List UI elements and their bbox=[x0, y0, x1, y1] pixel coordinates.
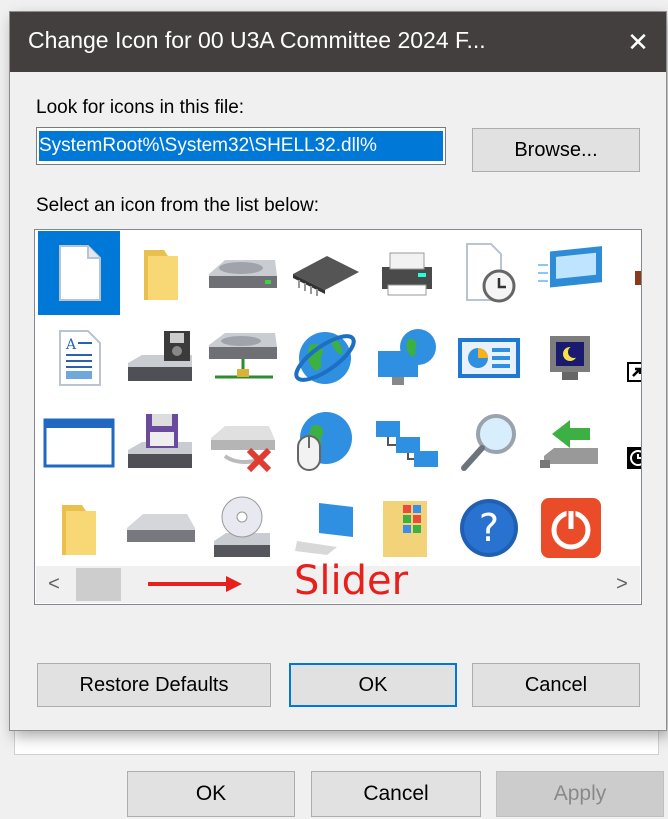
icon-cell-window-display[interactable] bbox=[530, 231, 612, 315]
magnifier-icon bbox=[461, 414, 516, 471]
svg-text:?: ? bbox=[479, 506, 499, 550]
internet-globe-icon bbox=[294, 332, 356, 384]
sheet-cancel-button[interactable]: Cancel bbox=[311, 771, 481, 817]
icon-cell-share-hand[interactable] bbox=[612, 231, 641, 315]
icon-cell-cd-drive[interactable] bbox=[202, 486, 284, 570]
icon-cell-globe-mouse[interactable] bbox=[284, 401, 366, 485]
icon-cell-clock-overlay[interactable] bbox=[612, 401, 641, 485]
monitor-moon-icon bbox=[550, 336, 590, 380]
recycle-bin-icon bbox=[633, 500, 642, 556]
slider-annotation: Slider bbox=[294, 558, 409, 604]
folder-grid-icon bbox=[383, 501, 427, 557]
chevron-left-icon: < bbox=[48, 573, 60, 595]
icon-cell-magnifier[interactable] bbox=[448, 401, 530, 485]
scroll-right-button[interactable]: > bbox=[604, 566, 640, 603]
change-icon-dialog: Change Icon for 00 U3A Committee 2024 F.… bbox=[10, 12, 666, 730]
icon-cell-shortcut-arrow[interactable] bbox=[612, 316, 641, 400]
close-icon: ✕ bbox=[627, 26, 649, 57]
folder-icon bbox=[144, 250, 178, 300]
icon-cell-floppy-drive[interactable] bbox=[120, 316, 202, 400]
sheet-ok-button[interactable]: OK bbox=[127, 771, 295, 817]
icon-cell-removable-drive[interactable] bbox=[120, 486, 202, 570]
cd-drive-icon bbox=[214, 496, 270, 557]
restore-defaults-button[interactable]: Restore Defaults bbox=[37, 663, 271, 707]
share-hand-icon bbox=[635, 271, 641, 285]
memory-chip-icon bbox=[293, 256, 359, 296]
icon-list[interactable]: A ? < Slider > bbox=[34, 229, 642, 605]
icon-cell-power[interactable] bbox=[530, 486, 612, 570]
document-clock-icon bbox=[466, 243, 516, 303]
icon-file-input[interactable]: %SystemRoot%\System32\SHELL32.dll bbox=[36, 127, 446, 165]
dialog-title: Change Icon for 00 U3A Committee 2024 F.… bbox=[28, 27, 486, 53]
file-path-text: %SystemRoot%\System32\SHELL32.dll bbox=[39, 131, 443, 161]
cancel-button[interactable]: Cancel bbox=[472, 663, 640, 707]
icon-cell-control-panel[interactable] bbox=[448, 316, 530, 400]
sheet-apply-button: Apply bbox=[496, 771, 664, 817]
icon-cell-monitor-moon[interactable] bbox=[530, 316, 612, 400]
icon-cell-disconnected-drive[interactable] bbox=[202, 401, 284, 485]
icon-cell-network-connections[interactable] bbox=[366, 401, 448, 485]
close-button[interactable]: ✕ bbox=[610, 12, 666, 72]
icon-cell-usb-drive-arrow[interactable] bbox=[530, 401, 612, 485]
application-window-icon bbox=[43, 418, 115, 468]
shortcut-arrow-icon bbox=[627, 362, 641, 382]
icon-cell-internet-globe[interactable] bbox=[284, 316, 366, 400]
look-for-label: Look for icons in this file: bbox=[36, 97, 245, 118]
computer-monitor-icon bbox=[295, 503, 353, 555]
icon-cell-text-document[interactable]: A bbox=[38, 316, 120, 400]
hard-drive-icon bbox=[209, 260, 277, 288]
icon-cell-printer[interactable] bbox=[366, 231, 448, 315]
icon-cell-folder-closed[interactable] bbox=[38, 486, 120, 570]
control-panel-icon bbox=[458, 338, 520, 378]
floppy-drive-icon bbox=[128, 331, 192, 381]
svg-text:A: A bbox=[65, 337, 77, 353]
title-bar: Change Icon for 00 U3A Committee 2024 F.… bbox=[10, 12, 666, 72]
network-globe-monitor-icon bbox=[378, 329, 436, 385]
chevron-right-icon: > bbox=[616, 573, 628, 595]
icon-cell-folder[interactable] bbox=[120, 231, 202, 315]
icon-cell-network-drive[interactable] bbox=[202, 316, 284, 400]
icon-cell-help[interactable]: ? bbox=[448, 486, 530, 570]
icon-cell-memory-chip[interactable] bbox=[284, 231, 366, 315]
network-drive-icon bbox=[209, 333, 277, 379]
disconnected-drive-icon bbox=[211, 426, 275, 473]
icon-cell-document-clock[interactable] bbox=[448, 231, 530, 315]
window-display-icon bbox=[538, 246, 602, 288]
horizontal-scrollbar[interactable]: < Slider > bbox=[36, 558, 640, 604]
icon-cell-network-globe-monitor[interactable] bbox=[366, 316, 448, 400]
icon-cell-hard-drive[interactable] bbox=[202, 231, 284, 315]
blank-document-icon bbox=[59, 245, 101, 301]
usb-drive-arrow-icon bbox=[540, 420, 598, 468]
ok-button[interactable]: OK bbox=[289, 663, 457, 707]
icon-cell-blank-document[interactable] bbox=[38, 231, 120, 315]
folder-closed-icon bbox=[62, 505, 96, 555]
help-icon: ? bbox=[460, 499, 518, 557]
power-icon bbox=[541, 498, 601, 558]
network-connections-icon bbox=[376, 421, 438, 467]
text-document-icon: A bbox=[59, 330, 101, 386]
printer-icon bbox=[382, 252, 432, 296]
browse-button[interactable]: Browse... bbox=[472, 128, 640, 172]
select-icon-label: Select an icon from the list below: bbox=[36, 195, 320, 216]
icon-cell-floppy-disk-drive[interactable] bbox=[120, 401, 202, 485]
globe-mouse-icon bbox=[297, 412, 352, 471]
clock-overlay-icon bbox=[627, 447, 641, 469]
scrollbar-thumb[interactable] bbox=[76, 568, 121, 601]
floppy-disk-drive-icon bbox=[128, 414, 192, 468]
scroll-left-button[interactable]: < bbox=[36, 566, 72, 603]
icon-cell-application-window[interactable] bbox=[38, 401, 120, 485]
removable-drive-icon bbox=[127, 514, 195, 542]
icon-cell-recycle-bin[interactable] bbox=[612, 486, 642, 570]
annotation-arrow-icon bbox=[148, 576, 242, 592]
